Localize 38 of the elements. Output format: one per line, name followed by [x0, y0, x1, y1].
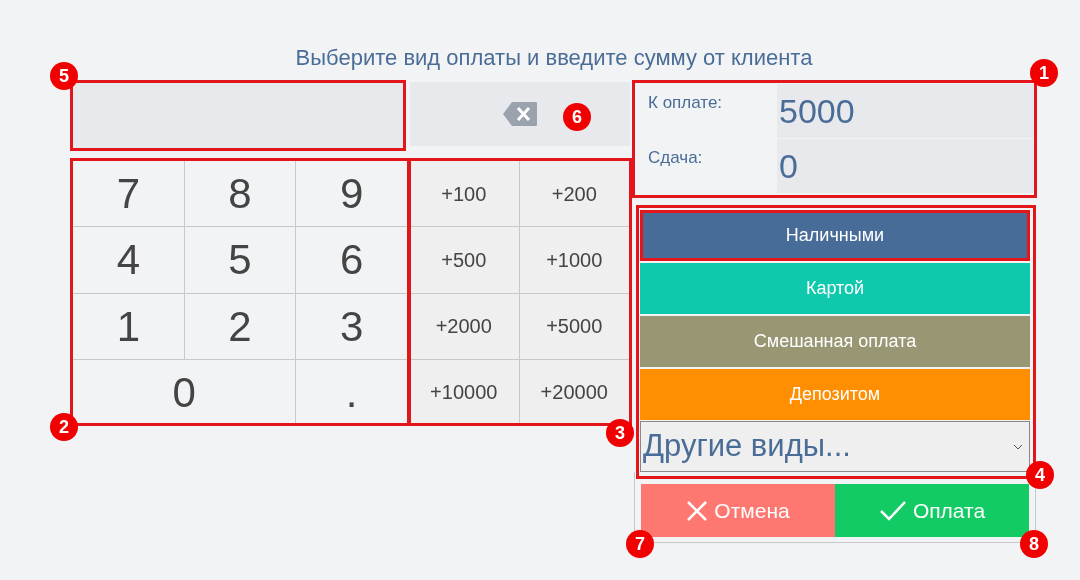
callout-badge: 3	[606, 419, 634, 447]
checkmark-icon	[878, 499, 907, 522]
quick-amount-button[interactable]: +5000	[519, 293, 629, 359]
summary-value-field: 0	[777, 139, 1034, 193]
backspace-button[interactable]	[410, 82, 630, 146]
payment-method-button[interactable]: Наличными	[640, 210, 1030, 261]
numpad-key[interactable]: 6	[296, 227, 407, 293]
summary-label: К оплате:	[648, 92, 724, 114]
quick-amount-button[interactable]: +200	[519, 161, 629, 227]
numpad-key[interactable]: 0	[73, 359, 296, 425]
quick-amount-button[interactable]: +20000	[519, 359, 629, 425]
callout-badge: 1	[1030, 59, 1058, 87]
callout-badge: 7	[626, 530, 654, 558]
page-title: Выберите вид оплаты и введите сумму от клиента	[294, 44, 814, 72]
numpad-key[interactable]: 5	[184, 227, 296, 293]
callout-badge: 5	[50, 62, 78, 90]
callout-badge: 4	[1026, 461, 1054, 489]
numpad-key[interactable]: 7	[73, 161, 184, 227]
quick-amount-button[interactable]: +100	[409, 161, 519, 227]
chevron-down-icon	[1013, 443, 1023, 450]
quick-amount-button[interactable]: +10000	[409, 359, 519, 425]
summary-value-field: 5000	[777, 84, 1034, 138]
numpad-key[interactable]: 3	[296, 293, 407, 359]
numpad-key[interactable]: .	[296, 359, 407, 425]
quick-amount-button[interactable]: +1000	[519, 227, 629, 293]
numpad-key[interactable]: 2	[184, 293, 296, 359]
payment-type-dropdown[interactable]: Другие виды...	[641, 422, 1029, 471]
numpad-key[interactable]: 1	[73, 293, 184, 359]
numpad-key[interactable]: 9	[296, 161, 407, 227]
quick-amount-button[interactable]: +500	[409, 227, 519, 293]
close-icon	[686, 499, 709, 522]
callout-badge: 2	[50, 413, 78, 441]
backspace-icon	[502, 101, 538, 127]
numpad-key[interactable]: 4	[73, 227, 184, 293]
numpad-key[interactable]: 8	[184, 161, 296, 227]
quick-amount-button[interactable]: +2000	[409, 293, 519, 359]
summary-label: Сдача:	[648, 147, 704, 169]
callout-badge: 8	[1020, 530, 1048, 558]
